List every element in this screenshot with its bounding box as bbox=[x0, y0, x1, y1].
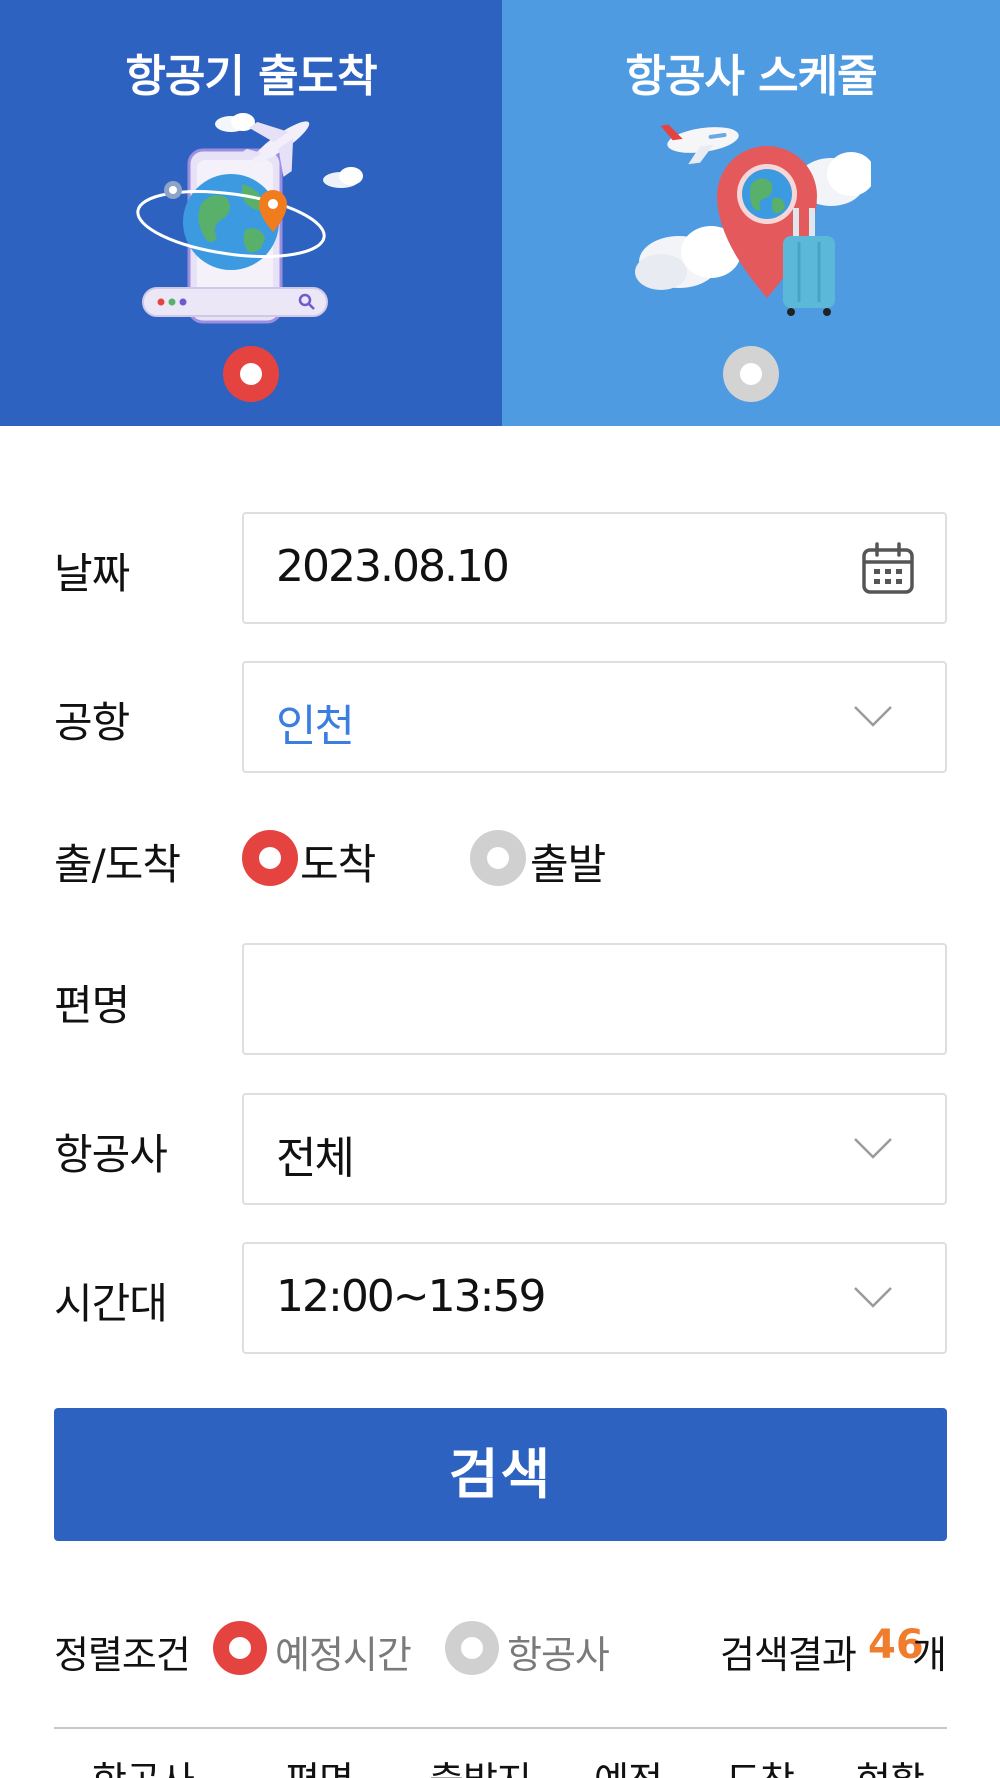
chevron-down-icon bbox=[854, 1287, 892, 1308]
flight-number-field[interactable] bbox=[242, 943, 947, 1055]
result-label: 검색결과 bbox=[720, 1633, 857, 1677]
result-unit: 개 bbox=[912, 1633, 947, 1677]
chevron-down-icon bbox=[854, 1138, 892, 1159]
tab-flight-arrivals-departures[interactable]: 항공기 출도착 bbox=[0, 0, 502, 426]
time-range-label: 시간대 bbox=[54, 1279, 168, 1328]
divider bbox=[54, 1727, 947, 1729]
chevron-down-icon bbox=[854, 706, 892, 727]
radio-sort-scheduled-time[interactable] bbox=[213, 1621, 267, 1675]
date-value: 2023.08.10 bbox=[276, 541, 510, 592]
location-pin-suitcase-illustration bbox=[635, 124, 871, 316]
header-scheduled: 예정 bbox=[594, 1750, 663, 1778]
header-flight-number: 편명 bbox=[285, 1750, 354, 1778]
header-arrival: 도착 bbox=[726, 1750, 795, 1778]
sort-airline-label[interactable]: 항공사 bbox=[507, 1624, 610, 1679]
flight-number-input[interactable] bbox=[244, 945, 945, 1053]
globe-phone-airplane-illustration bbox=[136, 113, 363, 324]
sort-scheduled-time-label[interactable]: 예정시간 bbox=[275, 1624, 412, 1679]
tab-inactive-indicator bbox=[723, 346, 779, 402]
tab-airline-schedule[interactable]: 항공사 스케줄 bbox=[502, 0, 1000, 426]
radio-arrival-label[interactable]: 도착 bbox=[300, 831, 376, 892]
header-airline: 항공사 bbox=[92, 1750, 195, 1778]
airline-value: 전체 bbox=[276, 1133, 355, 1184]
sort-label: 정렬조건 bbox=[54, 1633, 191, 1677]
date-field[interactable]: 2023.08.10 bbox=[242, 512, 947, 624]
tab-active-indicator bbox=[223, 346, 279, 402]
airport-value: 인천 bbox=[276, 701, 355, 752]
date-label: 날짜 bbox=[54, 549, 130, 598]
radio-departure[interactable] bbox=[470, 830, 526, 886]
search-button[interactable]: 검색 bbox=[54, 1408, 947, 1541]
header-status: 현황 bbox=[856, 1750, 925, 1778]
radio-sort-airline[interactable] bbox=[445, 1621, 499, 1675]
airport-select[interactable]: 인천 bbox=[242, 661, 947, 773]
airline-select[interactable]: 전체 bbox=[242, 1093, 947, 1205]
direction-label: 출/도착 bbox=[54, 840, 181, 889]
airport-label: 공항 bbox=[54, 698, 130, 747]
airline-label: 항공사 bbox=[54, 1130, 168, 1179]
results-table-header: 항공사 편명 출발지 예정 도착 현황 bbox=[54, 1750, 947, 1778]
radio-departure-label[interactable]: 출발 bbox=[530, 831, 606, 892]
radio-arrival[interactable] bbox=[242, 830, 298, 886]
header-origin: 출발지 bbox=[429, 1750, 532, 1778]
top-tab-bar: 항공기 출도착 항공사 스케줄 bbox=[0, 0, 1000, 426]
calendar-icon[interactable] bbox=[859, 540, 917, 598]
time-range-value: 12:00~13:59 bbox=[276, 1271, 546, 1322]
tab-title: 항공기 출도착 bbox=[125, 51, 377, 102]
flight-number-label: 편명 bbox=[54, 981, 130, 1030]
time-range-select[interactable]: 12:00~13:59 bbox=[242, 1242, 947, 1354]
tab-title: 항공사 스케줄 bbox=[625, 51, 877, 102]
